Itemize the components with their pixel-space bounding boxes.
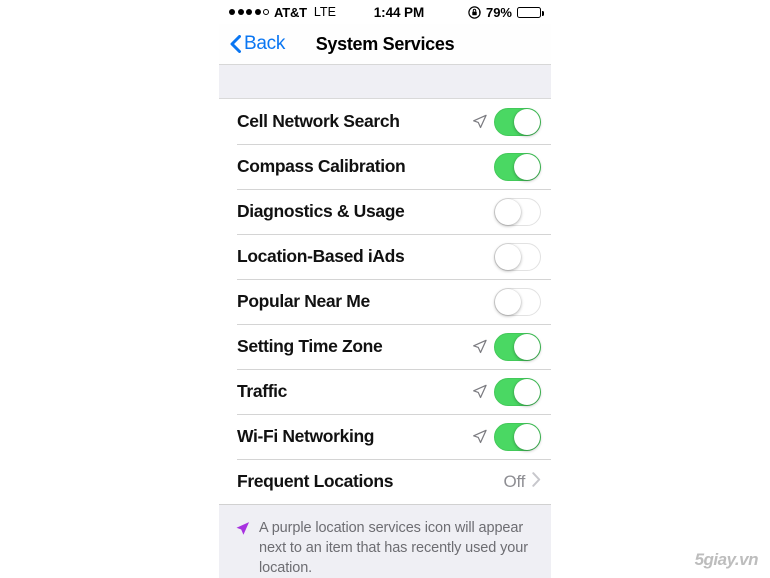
footer-note: A purple location services icon will app… <box>219 505 551 578</box>
table-row[interactable]: Setting Time Zone <box>219 324 551 369</box>
navigation-bar: Back System Services <box>219 24 551 65</box>
table-row[interactable]: Traffic <box>219 369 551 414</box>
back-button-label: Back <box>244 33 286 54</box>
table-row[interactable]: Popular Near Me <box>219 279 551 324</box>
table-row-label: Frequent Locations <box>237 471 394 491</box>
footer-note-text: A purple location services icon will app… <box>259 520 528 576</box>
chevron-left-icon <box>230 35 241 53</box>
table-row-label: Cell Network Search <box>237 111 400 131</box>
phone-screen: AT&T LTE 1:44 PM 79% Back System Service… <box>219 0 551 578</box>
toggle-knob <box>514 108 540 135</box>
status-bar-left: AT&T LTE <box>229 5 336 20</box>
table-row[interactable]: Compass Calibration <box>219 144 551 189</box>
table-row-value: Off <box>503 471 526 491</box>
location-arrow-icon <box>472 429 487 444</box>
toggle-switch[interactable] <box>494 107 541 136</box>
system-services-table: Cell Network Search Compass Calibration Di… <box>219 99 551 505</box>
table-row[interactable]: Frequent Locations Off <box>219 459 551 504</box>
table-row[interactable]: Location-Based iAds <box>219 234 551 279</box>
toggle-switch[interactable] <box>494 197 541 226</box>
location-arrow-icon <box>472 384 487 399</box>
toggle-knob <box>514 333 540 360</box>
table-row-accessories <box>494 197 541 226</box>
table-row-label: Wi-Fi Networking <box>237 426 375 446</box>
table-row-accessories <box>494 287 541 316</box>
signal-strength-icon <box>229 9 269 15</box>
table-row-label: Setting Time Zone <box>237 336 383 356</box>
status-bar-clock: 1:44 PM <box>373 4 425 20</box>
table-row[interactable]: Diagnostics & Usage <box>219 189 551 234</box>
toggle-knob <box>495 198 521 225</box>
toggle-switch[interactable] <box>494 242 541 271</box>
table-section-gap <box>219 65 551 99</box>
table-row-accessories: Off <box>504 472 541 492</box>
battery-percent-label: 79% <box>485 4 512 20</box>
table-row-label: Traffic <box>237 381 288 401</box>
toggle-knob <box>514 423 540 450</box>
status-bar-right: 79% <box>468 4 544 20</box>
table-row[interactable]: Wi-Fi Networking <box>219 414 551 459</box>
carrier-label: AT&T <box>274 4 307 20</box>
status-bar: AT&T LTE 1:44 PM 79% <box>219 0 551 24</box>
toggle-switch[interactable] <box>494 152 541 181</box>
toggle-knob <box>514 378 540 405</box>
table-row-label: Compass Calibration <box>237 156 406 176</box>
toggle-switch[interactable] <box>494 377 541 406</box>
table-row-label: Location-Based iAds <box>237 246 405 266</box>
back-button[interactable]: Back <box>230 33 285 55</box>
location-arrow-icon <box>472 339 487 354</box>
watermark: 5giay.vn <box>694 550 759 569</box>
toggle-knob <box>514 153 540 180</box>
toggle-knob <box>495 243 521 270</box>
toggle-switch[interactable] <box>494 287 541 316</box>
table-row-accessories <box>472 422 541 451</box>
table-row[interactable]: Cell Network Search <box>219 99 551 144</box>
toggle-knob <box>495 288 521 315</box>
location-arrow-icon <box>235 518 250 536</box>
table-row-label: Popular Near Me <box>237 291 370 311</box>
rotation-lock-icon <box>468 5 481 19</box>
table-row-accessories <box>472 377 541 406</box>
table-row-accessories <box>472 332 541 361</box>
table-row-accessories <box>494 152 541 181</box>
table-row-accessories <box>494 242 541 271</box>
chevron-right-icon <box>532 471 541 492</box>
battery-icon <box>517 6 544 18</box>
table-row-label: Diagnostics & Usage <box>237 201 405 221</box>
toggle-switch[interactable] <box>494 422 541 451</box>
location-arrow-icon <box>472 114 487 129</box>
toggle-switch[interactable] <box>494 332 541 361</box>
table-row-accessories <box>472 107 541 136</box>
